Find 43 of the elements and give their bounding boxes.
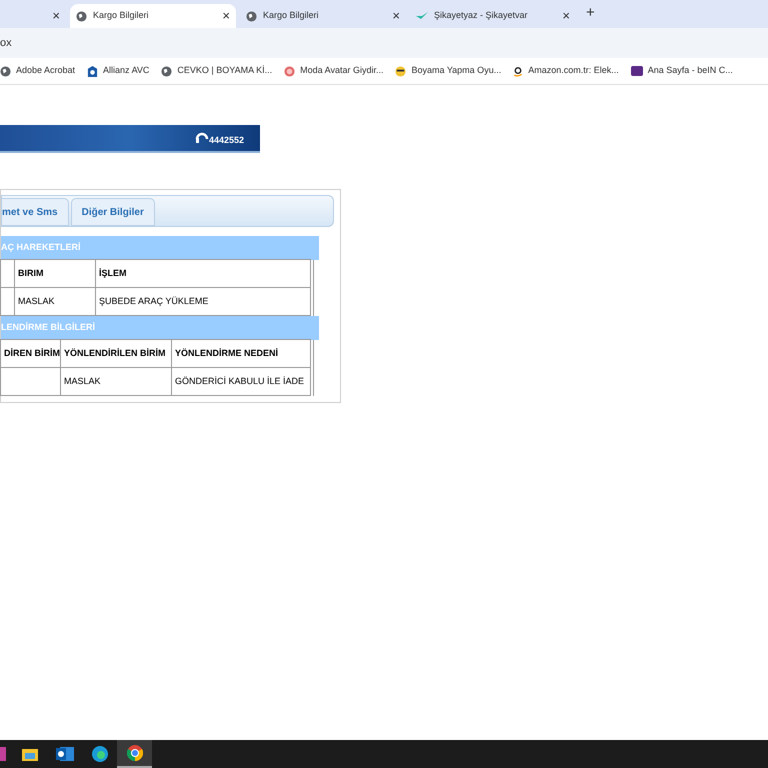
browser-tab[interactable]: Şikayetyaz - Şikayetvar × [410, 4, 576, 28]
globe-icon [161, 66, 172, 76]
headset-icon [194, 130, 209, 146]
tab-title: Kargo Bilgileri [263, 9, 320, 22]
new-tab-button[interactable]: + [586, 2, 595, 24]
bookmark[interactable]: Allianz AVC [87, 64, 150, 78]
column-header: İŞLEM [95, 259, 311, 288]
page-tab[interactable]: Diğer Bilgiler [70, 198, 155, 226]
address-text[interactable]: ox [0, 34, 12, 52]
section-header: LENDİRME BİLGİLERİ [1, 316, 319, 340]
globe-icon [246, 10, 257, 22]
phone-number: 4442552 [208, 134, 244, 148]
close-icon[interactable]: × [392, 6, 400, 26]
bookmark[interactable]: Amazon.com.tr: Elek... [513, 64, 619, 78]
globe-icon [0, 66, 11, 76]
bird-icon [416, 12, 428, 20]
bookmark[interactable]: CEVKO | BOYAMA Kİ... [161, 64, 272, 78]
badge-icon [395, 66, 406, 76]
tab-title: Kargo Bilgileri [93, 9, 150, 22]
bookmark[interactable]: Adobe Acrobat [0, 64, 76, 78]
bookmark[interactable]: Ana Sayfa - beIN C... [630, 64, 733, 78]
browser-tab[interactable]: × [0, 4, 66, 28]
table-cell [0, 367, 61, 396]
circle-icon [284, 66, 296, 76]
chrome-icon[interactable] [117, 740, 152, 768]
column-header: DİREN BİRİM [0, 339, 61, 368]
column-header: YÖNLENDİRME NEDENİ [171, 339, 311, 368]
close-icon[interactable]: × [52, 6, 60, 26]
close-icon[interactable]: × [562, 6, 570, 26]
browser-tab[interactable]: Kargo Bilgileri × [70, 4, 236, 28]
table-cell: ŞUBEDE ARAÇ YÜKLEME [95, 287, 311, 316]
browser-tab[interactable]: Kargo Bilgileri × [240, 4, 406, 28]
bookmark[interactable]: Boyama Yapma Oyu... [395, 64, 502, 78]
tv-icon [630, 66, 643, 76]
section-header: AÇ HAREKETLERİ [1, 236, 319, 260]
globe-icon [76, 10, 87, 22]
column-header [0, 259, 15, 288]
page-tab[interactable]: met ve Sms [2, 198, 69, 226]
tab-title: Şikayetyaz - Şikayetvar [434, 9, 529, 22]
shield-icon [87, 66, 98, 76]
close-icon[interactable]: × [222, 6, 230, 26]
table-cell: GÖNDERİCİ KABULU İLE İADE [171, 367, 311, 396]
bookmark[interactable]: Moda Avatar Giydir... [284, 64, 384, 78]
